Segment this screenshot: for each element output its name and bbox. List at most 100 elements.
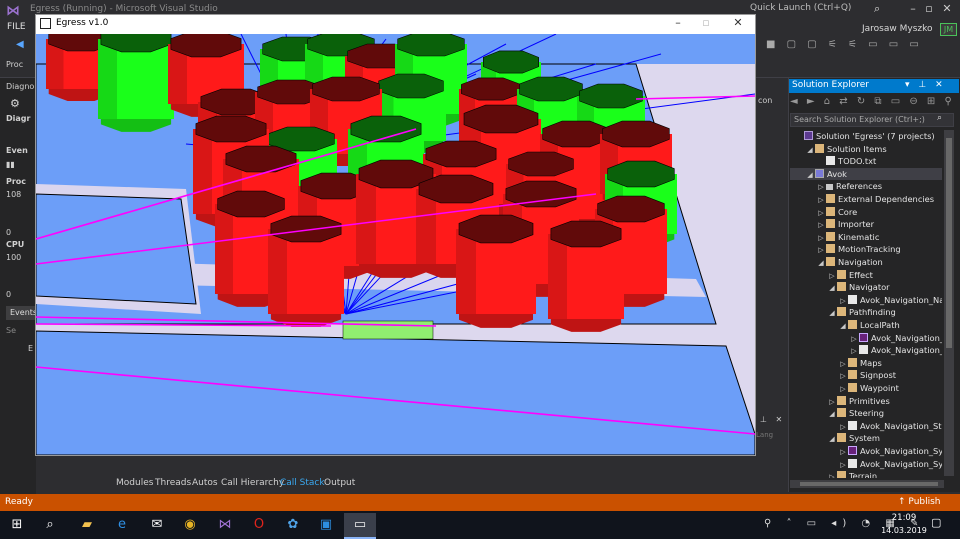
solution-explorer-search-input[interactable]: Search Solution Explorer (Ctrl+;) <box>790 113 954 127</box>
gear-icon[interactable]: ⚙ <box>10 97 20 110</box>
expand-arrow-icon[interactable]: ▷ <box>816 232 826 243</box>
expand-arrow-icon[interactable]: ▷ <box>838 446 848 457</box>
expand-arrow-icon[interactable]: ▷ <box>838 459 848 470</box>
notifications-icon[interactable]: ▢ <box>931 516 941 529</box>
pin-icon[interactable]: ⊥ ✕ <box>760 415 785 424</box>
tab-modules[interactable]: Modules <box>116 478 153 488</box>
minimize-icon[interactable]: – <box>670 16 686 29</box>
search-icon[interactable]: ⌕ <box>874 2 880 16</box>
tree-item[interactable]: ▷ Kinematic <box>790 231 942 243</box>
tree-item[interactable]: ▷ Signpost <box>790 369 942 381</box>
panel-header-icons[interactable]: ▾ ⊥ ✕ <box>905 80 946 90</box>
tab-output[interactable]: Output <box>324 478 355 488</box>
expand-arrow-icon[interactable]: ▷ <box>816 219 826 230</box>
chrome-icon[interactable]: ◉ <box>178 513 202 537</box>
expand-arrow-icon[interactable]: ▷ <box>838 295 848 306</box>
clock-time[interactable]: 21:09 <box>884 513 924 523</box>
expand-arrow-icon[interactable]: ▷ <box>838 383 848 394</box>
expand-arrow-icon[interactable]: ▷ <box>827 396 837 407</box>
expand-arrow-icon[interactable]: ▷ <box>849 333 859 344</box>
events-tab[interactable]: Events <box>6 306 37 320</box>
tab-threads[interactable]: Threads <box>155 478 191 488</box>
tree-item[interactable]: ▷ Avok_Navigation_Nav <box>790 294 942 306</box>
tree-item[interactable]: ▷ Avok_Navigation_ <box>790 332 942 344</box>
scrollbar-thumb[interactable] <box>946 138 952 348</box>
tree-item[interactable]: ▷ MotionTracking <box>790 243 942 255</box>
edge-browser-icon[interactable]: e <box>110 513 134 537</box>
app-window-icon[interactable]: ▣ <box>314 513 338 537</box>
tree-item[interactable]: ▷ Core <box>790 206 942 218</box>
menu-file[interactable]: FILE <box>7 22 26 32</box>
tree-item[interactable]: ▷ Avok_Navigation_Stee <box>790 420 942 432</box>
close-icon[interactable]: ✕ <box>730 16 746 29</box>
maximize-icon[interactable]: ▫ <box>922 2 936 15</box>
expand-arrow-icon[interactable]: ◢ <box>838 320 848 331</box>
tree-item[interactable]: ▷ Avok_Navigation_Syst <box>790 445 942 457</box>
expand-arrow-icon[interactable]: ▷ <box>838 358 848 369</box>
expand-arrow-icon[interactable]: ▷ <box>838 421 848 432</box>
expand-arrow-icon[interactable]: ◢ <box>827 307 837 318</box>
tree-item[interactable]: ▷ Avok_Navigation_Syst <box>790 458 942 470</box>
toolbar-icons[interactable]: ■ ▢ ▢ ⚟ ⚟ ▭ ▭ ▭ <box>766 39 923 50</box>
tab-call-stack[interactable]: Call Stack <box>280 478 325 488</box>
expand-arrow-icon[interactable]: ▷ <box>827 270 837 281</box>
tree-item[interactable]: ▷ Effect <box>790 269 942 281</box>
expand-arrow-icon[interactable]: ▷ <box>816 181 826 192</box>
events-search[interactable]: Se <box>6 326 36 335</box>
search-icon[interactable]: ⌕ <box>38 513 62 537</box>
expand-arrow-icon[interactable]: ◢ <box>805 169 815 180</box>
expand-arrow-icon[interactable]: ▷ <box>816 207 826 218</box>
expand-arrow-icon[interactable]: ▷ <box>838 370 848 381</box>
tab-call-hierarchy[interactable]: Call Hierarchy <box>221 478 284 488</box>
expand-arrow-icon[interactable]: ▷ <box>816 194 826 205</box>
solution-explorer-toolbar[interactable]: ◄ ► ⌂ ⇄ ↻ ⧉ ▭ ⊖ ⊞ ⚲ ⌐ <box>790 96 960 107</box>
hscrollbar-thumb[interactable] <box>800 482 938 486</box>
tab-autos[interactable]: Autos <box>192 478 218 488</box>
tree-item[interactable]: ◢ System <box>790 432 942 444</box>
egress-title-bar[interactable] <box>36 15 755 34</box>
user-avatar[interactable]: JM <box>940 23 957 36</box>
expand-arrow-icon[interactable]: ▷ <box>849 345 859 356</box>
tree-item[interactable]: ▷ Maps <box>790 357 942 369</box>
tree-item[interactable]: ◢ LocalPath <box>790 319 942 331</box>
expand-arrow-icon[interactable]: ◢ <box>827 433 837 444</box>
clock-date[interactable]: 14.03.2019 <box>878 526 930 535</box>
publish-button[interactable]: ↑ Publish <box>898 497 941 507</box>
tree-item[interactable]: ▷ External Dependencies <box>790 193 942 205</box>
pause-icon[interactable]: ▮▮ <box>6 160 36 169</box>
opera-icon[interactable]: O <box>247 513 271 537</box>
minimize-icon[interactable]: – <box>906 2 920 15</box>
mail-icon[interactable]: ✉ <box>145 513 169 537</box>
expand-arrow-icon[interactable]: ◢ <box>827 408 837 419</box>
visual-studio-icon[interactable]: ⋈ <box>213 513 237 537</box>
expand-arrow-icon[interactable]: ▷ <box>816 244 826 255</box>
tree-item[interactable]: ▷ Waypoint <box>790 382 942 394</box>
search-icon[interactable]: ⌕ <box>937 113 942 123</box>
tree-item[interactable]: ▷ Terrain <box>790 470 942 478</box>
file-explorer-icon[interactable]: ▰ <box>75 513 99 537</box>
tree-item[interactable]: ◢ Solution Items <box>790 143 942 155</box>
tree-item[interactable]: ▷ Primitives <box>790 395 942 407</box>
windows-start-icon[interactable]: ⊞ <box>5 513 29 537</box>
tree-item[interactable]: Solution 'Egress' (7 projects) <box>790 130 942 142</box>
tree-item[interactable]: ▷ References <box>790 180 942 192</box>
close-icon[interactable]: ✕ <box>940 2 954 15</box>
tree-item[interactable]: ◢ Avok <box>790 167 942 180</box>
tree-item[interactable]: ◢ Pathfinding <box>790 306 942 318</box>
expand-arrow-icon[interactable]: ▷ <box>827 471 837 478</box>
tree-item[interactable]: ◢ Steering <box>790 407 942 419</box>
tree-item[interactable]: TODO.txt <box>790 155 942 167</box>
tree-item[interactable]: ▷ Importer <box>790 218 942 230</box>
editor-scrollbar[interactable] <box>770 95 784 395</box>
maximize-icon[interactable]: ▫ <box>698 16 714 29</box>
tree-item[interactable]: ◢ Navigation <box>790 256 942 268</box>
expand-arrow-icon[interactable]: ◢ <box>827 282 837 293</box>
back-icon[interactable]: ◀ <box>16 39 24 50</box>
tree-item[interactable]: ◢ Navigator <box>790 281 942 293</box>
expand-arrow-icon[interactable]: ◢ <box>816 257 826 268</box>
tree-item[interactable]: ▷ Avok_Navigation_ <box>790 344 942 356</box>
app-icon[interactable]: ✿ <box>281 513 305 537</box>
user-name[interactable]: Jarosaw Myszko <box>862 24 933 34</box>
expand-arrow-icon[interactable]: ◢ <box>805 144 815 155</box>
simulation-viewport[interactable] <box>36 34 755 455</box>
